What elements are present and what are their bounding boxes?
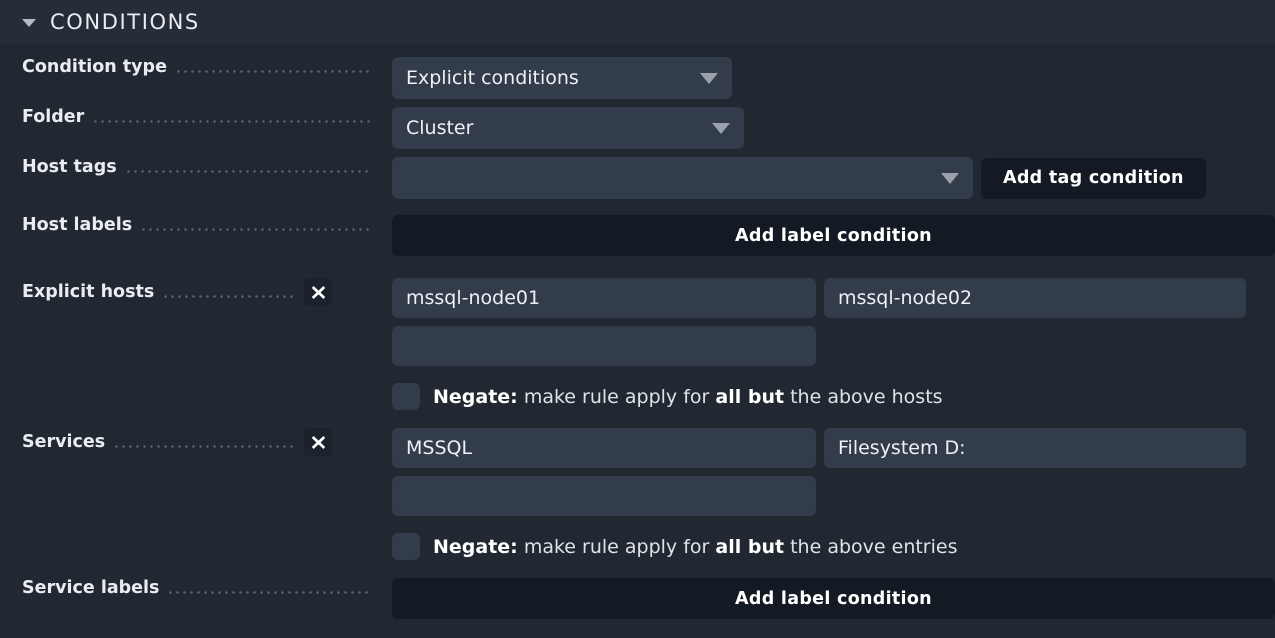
negate-prefix: Negate: — [433, 385, 518, 408]
negate-suffix: the above entries — [784, 535, 958, 558]
control-condition-type: Explicit conditions — [392, 57, 1275, 99]
label-condition-type: Condition type — [22, 57, 167, 77]
service-input-2[interactable] — [824, 428, 1246, 468]
add-host-label-condition-button[interactable]: Add label condition — [392, 215, 1275, 256]
leader-dots-host-labels — [140, 217, 370, 233]
negate-emphasis: all but — [715, 385, 785, 408]
close-x-icon — [311, 435, 325, 449]
row-services: Services Negate: make rule apply for all… — [0, 410, 1275, 560]
row-service-labels: Service labels Add label condition — [0, 560, 1275, 619]
leader-dots-explicit-hosts — [162, 284, 296, 300]
services-inputs — [392, 428, 1275, 516]
label-services: Services — [22, 432, 106, 452]
label-cell-folder: Folder — [0, 107, 392, 127]
control-folder: Cluster — [392, 107, 1275, 149]
services-negate-label: Negate: make rule apply for all but the … — [433, 536, 957, 558]
add-service-label-condition-button[interactable]: Add label condition — [392, 578, 1275, 619]
leader-dots-service-labels — [167, 580, 370, 596]
conditions-page: CONDITIONS Condition type Explicit condi… — [0, 0, 1275, 638]
label-host-tags: Host tags — [22, 157, 117, 177]
label-cell-explicit-hosts: Explicit hosts — [0, 278, 392, 306]
explicit-hosts-negate: Negate: make rule apply for all but the … — [392, 383, 1275, 410]
control-explicit-hosts: Negate: make rule apply for all but the … — [392, 278, 1275, 410]
control-service-labels: Add label condition — [392, 578, 1275, 619]
chevron-down-icon — [712, 122, 730, 134]
row-explicit-hosts: Explicit hosts Negate: make rule apply f… — [0, 256, 1275, 410]
explicit-host-input-1[interactable] — [392, 278, 816, 318]
conditions-section-header[interactable]: CONDITIONS — [0, 0, 1275, 44]
select-folder[interactable]: Cluster — [392, 107, 744, 149]
negate-suffix: the above hosts — [784, 385, 943, 408]
conditions-form: Condition type Explicit conditions Folde… — [0, 44, 1275, 619]
page-title: CONDITIONS — [50, 10, 200, 34]
services-negate: Negate: make rule apply for all but the … — [392, 533, 1275, 560]
select-folder-value: Cluster — [406, 117, 474, 139]
select-condition-type-value: Explicit conditions — [406, 67, 579, 89]
control-host-tags: Add tag condition — [392, 157, 1275, 199]
label-service-labels: Service labels — [22, 578, 160, 598]
leader-dots-host-tags — [124, 159, 370, 175]
explicit-hosts-negate-checkbox[interactable] — [392, 383, 420, 410]
select-host-tags[interactable] — [392, 157, 973, 199]
label-cell-service-labels: Service labels — [0, 578, 392, 598]
explicit-host-input-2[interactable] — [824, 278, 1246, 318]
label-cell-host-labels: Host labels — [0, 215, 392, 235]
caret-down-icon[interactable] — [22, 19, 36, 27]
chevron-down-icon — [941, 172, 959, 184]
explicit-hosts-negate-label: Negate: make rule apply for all but the … — [433, 386, 943, 408]
negate-emphasis: all but — [715, 535, 785, 558]
services-negate-checkbox[interactable] — [392, 533, 420, 560]
label-cell-host-tags: Host tags — [0, 157, 392, 177]
leader-dots-services — [113, 434, 296, 450]
row-host-labels: Host labels Add label condition — [0, 199, 1275, 256]
service-input-1[interactable] — [392, 428, 816, 468]
label-host-labels: Host labels — [22, 215, 133, 235]
control-services: Negate: make rule apply for all but the … — [392, 428, 1275, 560]
label-cell-services: Services — [0, 428, 392, 456]
explicit-host-input-3[interactable] — [392, 326, 816, 366]
label-cell-condition-type: Condition type — [0, 57, 392, 77]
leader-dots-condition-type — [174, 59, 370, 75]
remove-explicit-hosts-button[interactable] — [304, 278, 332, 306]
close-x-icon — [311, 285, 325, 299]
add-tag-condition-button[interactable]: Add tag condition — [981, 157, 1206, 199]
row-condition-type: Condition type Explicit conditions — [0, 44, 1275, 99]
explicit-hosts-inputs — [392, 278, 1275, 366]
label-explicit-hosts: Explicit hosts — [22, 282, 155, 302]
negate-middle: make rule apply for — [517, 535, 716, 558]
row-host-tags: Host tags Add tag condition — [0, 149, 1275, 199]
negate-middle: make rule apply for — [517, 385, 716, 408]
negate-prefix: Negate: — [433, 535, 518, 558]
control-host-labels: Add label condition — [392, 215, 1275, 256]
row-folder: Folder Cluster — [0, 99, 1275, 149]
service-input-3[interactable] — [392, 476, 816, 516]
leader-dots-folder — [92, 109, 370, 125]
chevron-down-icon — [700, 72, 718, 84]
remove-services-button[interactable] — [304, 428, 332, 456]
label-folder: Folder — [22, 107, 85, 127]
select-condition-type[interactable]: Explicit conditions — [392, 57, 732, 99]
host-tags-controls: Add tag condition — [392, 157, 1275, 199]
